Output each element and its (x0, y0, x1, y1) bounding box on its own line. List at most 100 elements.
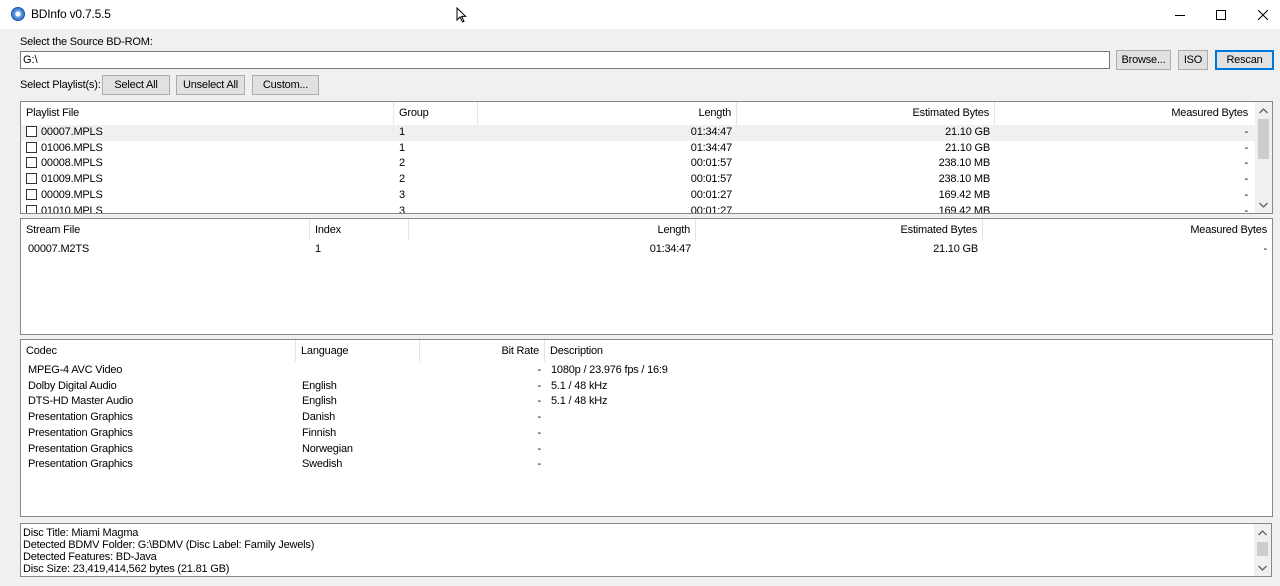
playlist-row[interactable]: 01010.MPLS 3 00:01:27 169.42 MB - (21, 204, 1255, 214)
disc-size-line: Disc Size: 23,419,414,562 bytes (21.81 G… (23, 563, 230, 575)
column-header-bit-rate[interactable]: Bit Rate (420, 340, 545, 362)
codec-row[interactable]: Presentation Graphics Danish - (21, 410, 1272, 426)
codec-description: 1080p / 23.976 fps / 16:9 (551, 364, 668, 376)
codec-bit-rate: - (537, 379, 541, 392)
playlist-estimated-bytes: 238.10 MB (938, 157, 990, 170)
playlist-checkbox[interactable] (26, 188, 37, 200)
playlist-group: 3 (399, 188, 405, 201)
playlist-length: 00:01:27 (690, 204, 732, 214)
maximize-button[interactable] (1198, 0, 1244, 29)
scroll-down-arrow-icon[interactable] (1255, 196, 1272, 213)
playlist-checkbox[interactable] (26, 141, 37, 153)
codec-name: Presentation Graphics (28, 411, 133, 424)
codec-row[interactable]: DTS-HD Master Audio English - 5.1 / 48 k… (21, 394, 1272, 410)
playlist-scrollbar-thumb[interactable] (1258, 119, 1269, 159)
scroll-up-arrow-icon[interactable] (1254, 524, 1271, 541)
column-header-codec[interactable]: Codec (21, 340, 296, 362)
scroll-up-arrow-icon[interactable] (1255, 102, 1272, 119)
column-header-stream-file[interactable]: Stream File (21, 219, 310, 241)
codec-bit-rate: - (537, 426, 541, 439)
codec-language: Danish (302, 411, 336, 424)
codec-row[interactable]: Presentation Graphics Finnish - (21, 426, 1272, 442)
column-header-length[interactable]: Length (409, 219, 696, 241)
disc-info-scrollbar-thumb[interactable] (1257, 542, 1268, 556)
codec-row[interactable]: Dolby Digital Audio English - 5.1 / 48 k… (21, 379, 1272, 395)
codec-name: Dolby Digital Audio (28, 379, 117, 392)
playlist-file: 00008.MPLS (41, 157, 103, 170)
playlist-checkbox[interactable] (26, 126, 37, 137)
source-label: Select the Source BD-ROM: (20, 36, 153, 48)
codec-row[interactable]: MPEG-4 AVC Video - 1080p / 23.976 fps / … (21, 363, 1272, 379)
iso-button[interactable]: ISO (1178, 50, 1208, 70)
playlist-file: 00007.MPLS (41, 126, 103, 138)
playlist-table-header: Playlist File Group Length Estimated Byt… (21, 102, 1272, 124)
codec-row[interactable]: Presentation Graphics Norwegian - (21, 442, 1272, 458)
disc-info-textbox[interactable]: Disc Title: Miami Magma Detected BDMV Fo… (20, 523, 1272, 577)
codec-bit-rate: - (537, 364, 541, 376)
codec-description (551, 410, 1251, 426)
minimize-button[interactable] (1157, 0, 1203, 29)
codec-description: 5.1 / 48 kHz (551, 395, 608, 408)
codec-name: Presentation Graphics (28, 426, 133, 439)
browse-button[interactable]: Browse... (1116, 50, 1171, 70)
rescan-button[interactable]: Rescan (1215, 50, 1274, 70)
unselect-all-button[interactable]: Unselect All (176, 75, 245, 95)
column-header-measured-bytes[interactable]: Measured Bytes (995, 102, 1253, 124)
column-header-description[interactable]: Description (545, 340, 1272, 362)
stream-table-header: Stream File Index Length Estimated Bytes… (21, 219, 1272, 241)
column-header-estimated-bytes[interactable]: Estimated Bytes (737, 102, 995, 124)
select-all-button[interactable]: Select All (102, 75, 170, 95)
playlist-measured-bytes: - (1244, 188, 1248, 201)
playlist-file: 01009.MPLS (41, 173, 103, 186)
source-path-input[interactable] (20, 51, 1110, 69)
codec-bit-rate: - (537, 411, 541, 424)
codec-name: Presentation Graphics (28, 458, 133, 471)
codec-bit-rate: - (537, 395, 541, 408)
playlist-row[interactable]: 00007.MPLS 1 01:34:47 21.10 GB - (21, 125, 1255, 141)
playlist-length: 00:01:57 (690, 157, 732, 170)
codec-description (551, 426, 1251, 442)
playlist-group: 1 (399, 126, 405, 138)
playlist-estimated-bytes: 21.10 GB (945, 126, 990, 138)
codec-language (302, 363, 417, 379)
column-header-group[interactable]: Group (394, 102, 478, 124)
codec-language: Finnish (302, 426, 337, 439)
playlist-row[interactable]: 01006.MPLS 1 01:34:47 21.10 GB - (21, 141, 1255, 157)
codec-name: DTS-HD Master Audio (28, 395, 134, 408)
stream-file: 00007.M2TS (28, 243, 89, 255)
column-header-index[interactable]: Index (310, 219, 409, 241)
codec-row[interactable]: Presentation Graphics Swedish - (21, 457, 1272, 473)
minimize-icon (1175, 14, 1185, 16)
stream-measured-bytes: - (1263, 243, 1267, 255)
column-header-length[interactable]: Length (478, 102, 737, 124)
bdmv-folder-line: Detected BDMV Folder: G:\BDMV (Disc Labe… (23, 539, 315, 551)
disc-title-line: Disc Title: Miami Magma (23, 527, 139, 539)
scroll-down-arrow-icon[interactable] (1254, 559, 1271, 576)
playlist-checkbox[interactable] (26, 157, 37, 169)
stream-row[interactable]: 00007.M2TS 1 01:34:47 21.10 GB - (21, 242, 1272, 258)
playlist-scrollbar[interactable] (1255, 102, 1272, 213)
playlist-estimated-bytes: 169.42 MB (938, 204, 990, 214)
playlist-length: 00:01:27 (690, 188, 732, 201)
codec-language: English (302, 395, 337, 408)
column-header-estimated-bytes[interactable]: Estimated Bytes (696, 219, 983, 241)
column-header-measured-bytes[interactable]: Measured Bytes (983, 219, 1272, 241)
main-window: Select the Source BD-ROM: Browse... ISO … (0, 29, 1280, 586)
playlist-row[interactable]: 00009.MPLS 3 00:01:27 169.42 MB - (21, 188, 1255, 204)
column-header-playlist-file[interactable]: Playlist File (21, 102, 394, 124)
playlist-measured-bytes: - (1244, 173, 1248, 186)
playlist-checkbox[interactable] (26, 204, 37, 213)
codec-table-header: Codec Language Bit Rate Description (21, 340, 1272, 362)
playlist-group: 2 (399, 157, 405, 170)
playlist-length: 01:34:47 (690, 126, 732, 138)
disc-info-scrollbar[interactable] (1254, 524, 1271, 576)
column-header-language[interactable]: Language (296, 340, 420, 362)
stream-table: Stream File Index Length Estimated Bytes… (20, 218, 1273, 335)
playlist-checkbox[interactable] (26, 173, 37, 185)
codec-language: Swedish (302, 458, 343, 471)
playlist-row[interactable]: 01009.MPLS 2 00:01:57 238.10 MB - (21, 172, 1255, 188)
close-button[interactable] (1240, 0, 1280, 29)
playlist-row[interactable]: 00008.MPLS 2 00:01:57 238.10 MB - (21, 156, 1255, 172)
playlist-group: 3 (399, 204, 405, 214)
custom-button[interactable]: Custom... (252, 75, 319, 95)
